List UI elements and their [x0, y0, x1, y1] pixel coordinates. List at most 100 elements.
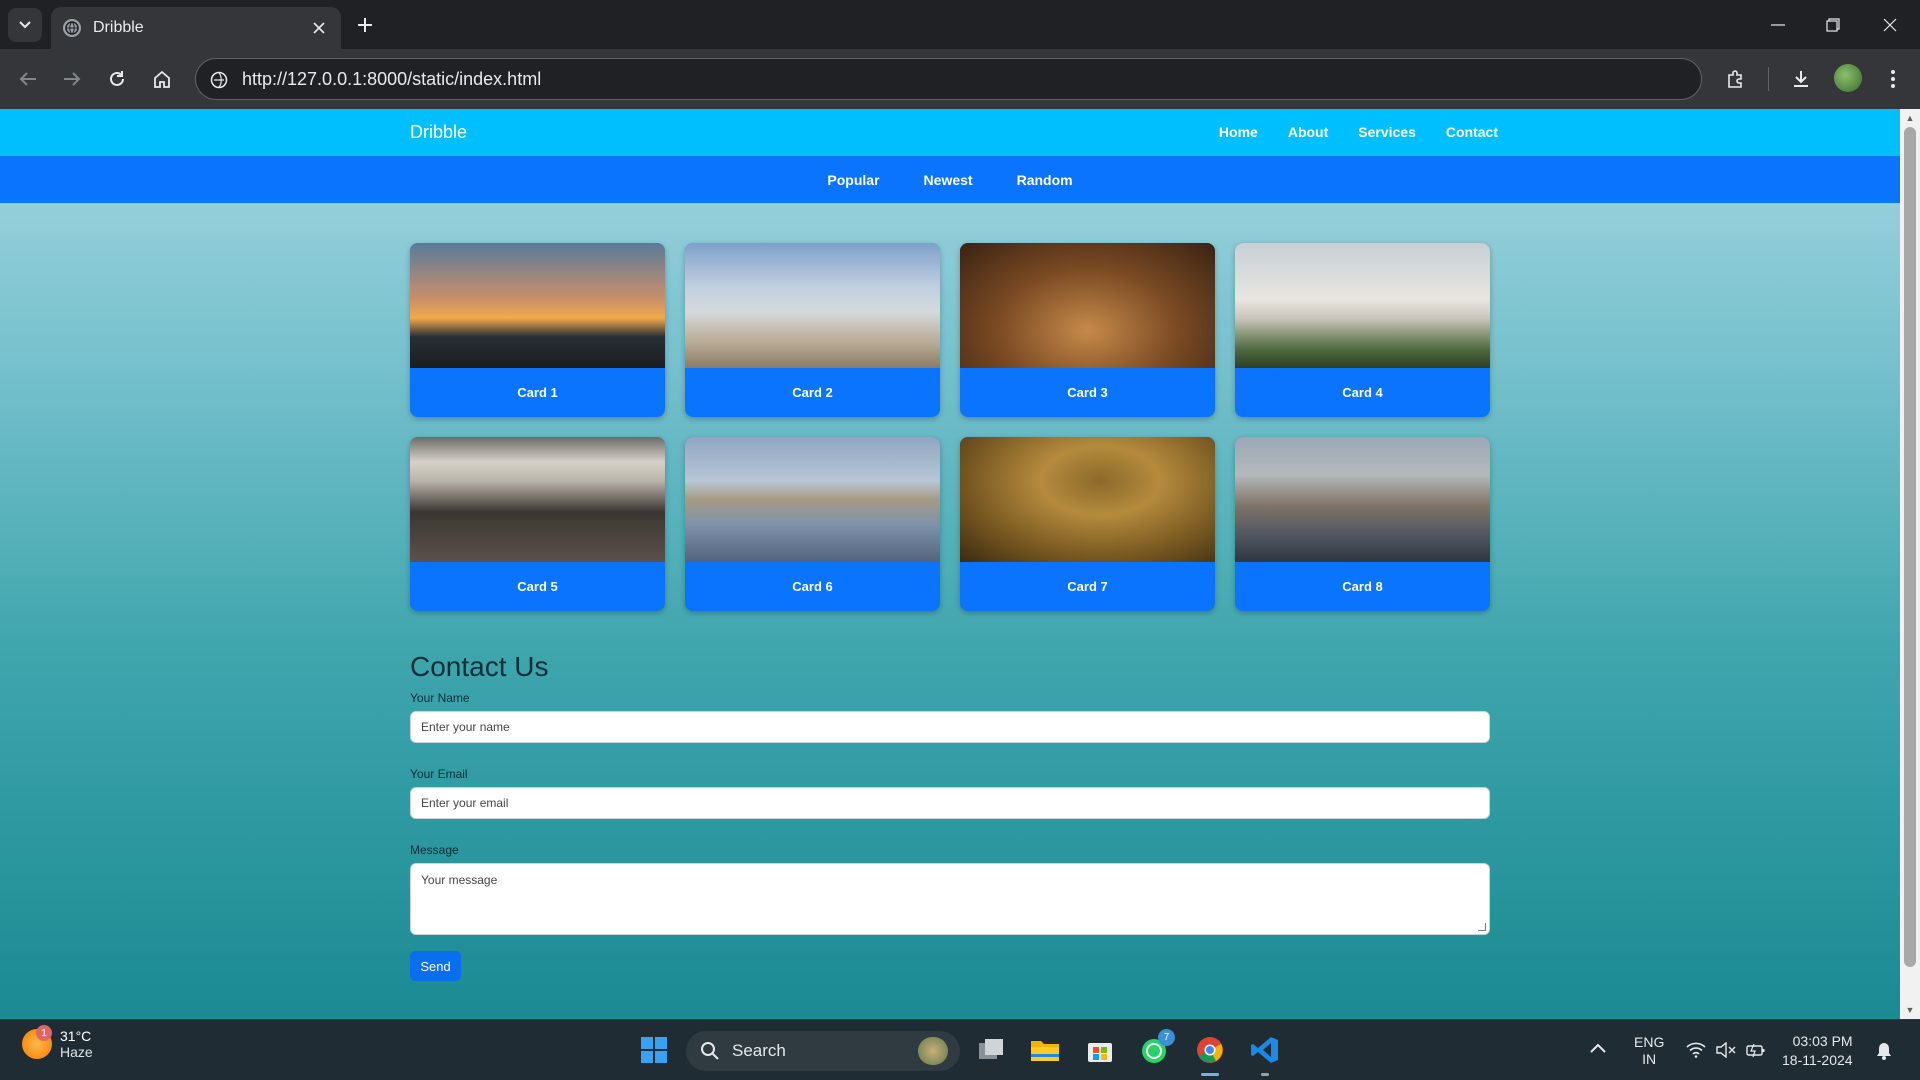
brand-logo[interactable]: Dribble [410, 122, 467, 143]
card[interactable]: Card 7 [960, 437, 1215, 611]
card-label: Card 2 [792, 385, 833, 400]
home-icon [154, 70, 170, 88]
card[interactable]: Card 4 [1235, 243, 1490, 417]
card-image-sacre-coeur [1235, 243, 1490, 368]
store-icon [1088, 1043, 1112, 1062]
card[interactable]: Card 6 [685, 437, 940, 611]
card[interactable]: Card 5 [410, 437, 665, 611]
start-button[interactable] [637, 1033, 671, 1067]
card-label: Card 8 [1342, 579, 1383, 594]
contact-heading: Contact Us [410, 651, 549, 682]
name-input[interactable]: Enter your name [410, 711, 1490, 743]
reload-icon [110, 71, 124, 86]
chrome-active-indicator [1201, 1073, 1219, 1076]
email-input[interactable]: Enter your email [410, 787, 1490, 819]
restore-button[interactable] [1815, 10, 1851, 40]
site-info-icon[interactable] [208, 69, 230, 91]
microsoft-store-button[interactable] [1083, 1033, 1117, 1067]
card-image-eiffel-tower [410, 243, 665, 368]
volume-muted-icon[interactable] [1716, 1041, 1736, 1062]
card[interactable]: Card 8 [1235, 437, 1490, 611]
downloads-button[interactable] [1785, 63, 1817, 95]
scroll-up-icon[interactable]: ▲ [1905, 113, 1915, 123]
arrow-right-icon [64, 72, 81, 86]
reload-button[interactable] [101, 63, 133, 95]
plus-icon [358, 18, 372, 32]
battery-icon[interactable] [1746, 1042, 1766, 1062]
clock-time: 03:03 PM [1792, 1033, 1853, 1049]
message-textarea[interactable]: Your message [410, 863, 1490, 935]
card-label: Card 3 [1067, 385, 1108, 400]
extensions-button[interactable] [1720, 63, 1752, 95]
resize-handle-icon[interactable] [1478, 923, 1486, 931]
page-viewport: Dribble Home About Services Contact Popu… [0, 109, 1900, 1019]
vscode-button[interactable] [1248, 1033, 1282, 1067]
address-bar[interactable]: http://127.0.0.1:8000/static/index.html [195, 58, 1702, 100]
name-label: Your Name [410, 691, 470, 705]
whatsapp-button[interactable]: 7 [1138, 1029, 1175, 1067]
browser-tab[interactable]: Dribble [51, 7, 341, 49]
card-label: Card 5 [517, 579, 558, 594]
profile-avatar[interactable] [1834, 64, 1862, 92]
nav-link-home[interactable]: Home [1219, 124, 1258, 140]
sub-nav-newest[interactable]: Newest [924, 172, 973, 188]
sub-nav-random[interactable]: Random [1017, 172, 1073, 188]
task-view-button[interactable] [974, 1033, 1008, 1067]
download-icon [1794, 71, 1808, 87]
nav-link-about[interactable]: About [1288, 124, 1328, 140]
weather-temp: 31°C [60, 1028, 92, 1044]
new-tab-button[interactable] [352, 12, 378, 38]
url-text: http://127.0.0.1:8000/static/index.html [242, 68, 542, 89]
nav-link-services[interactable]: Services [1358, 124, 1416, 140]
nav-link-contact[interactable]: Contact [1446, 124, 1498, 140]
chrome-taskbar-button[interactable] [1193, 1033, 1227, 1067]
card[interactable]: Card 2 [685, 243, 940, 417]
chrome-menu-button[interactable] [1877, 63, 1909, 95]
close-window-button[interactable] [1872, 10, 1908, 40]
browser-tab-strip: Dribble [0, 0, 1920, 49]
weather-widget[interactable]: 1 31°C Haze [22, 1025, 93, 1060]
clock-date: 18-11-2024 [1782, 1052, 1853, 1068]
minimize-button[interactable] [1760, 10, 1796, 40]
tab-search-button[interactable] [8, 8, 42, 42]
browser-toolbar: http://127.0.0.1:8000/static/index.html [0, 49, 1920, 109]
taskbar-search-label: Search [732, 1041, 786, 1060]
scroll-down-icon[interactable]: ▼ [1905, 1005, 1915, 1015]
send-button[interactable]: Send [410, 951, 461, 981]
weather-badge: 1 [36, 1025, 52, 1041]
page-scrollbar[interactable]: ▲ ▼ [1900, 109, 1920, 1019]
minimize-icon [1771, 24, 1785, 26]
task-view-icon [979, 1039, 1003, 1059]
sub-nav-popular[interactable]: Popular [827, 172, 879, 188]
card[interactable]: Card 1 [410, 243, 665, 417]
close-tab-icon[interactable] [309, 18, 329, 38]
chevron-down-icon [19, 21, 31, 29]
language-indicator[interactable]: ENG IN [1634, 1034, 1664, 1068]
top-navbar: Dribble Home About Services Contact [0, 109, 1900, 156]
card-label: Card 6 [792, 579, 833, 594]
puzzle-icon [1728, 70, 1742, 88]
file-explorer-button[interactable] [1028, 1033, 1062, 1067]
card[interactable]: Card 3 [960, 243, 1215, 417]
home-button[interactable] [146, 63, 178, 95]
back-button[interactable] [12, 63, 44, 95]
language-code: ENG [1634, 1034, 1665, 1050]
system-clock[interactable]: 03:03 PM 18-11-2024 [1782, 1032, 1853, 1070]
tab-title: Dribble [93, 19, 144, 36]
windows-taskbar: 1 31°C Haze Search 7 ENG IN 03:03 PM 18-… [0, 1019, 1920, 1080]
vscode-icon [1251, 1037, 1278, 1063]
email-placeholder: Enter your email [421, 796, 509, 810]
weather-desc: Haze [60, 1044, 93, 1060]
weather-sun-icon: 1 [22, 1025, 52, 1059]
card-image-pastries [960, 243, 1215, 368]
chevron-up-icon [1590, 1043, 1606, 1053]
forward-button[interactable] [56, 63, 88, 95]
card-label: Card 4 [1342, 385, 1383, 400]
scrollbar-thumb[interactable] [1904, 127, 1916, 967]
folder-icon [1031, 1041, 1059, 1061]
taskbar-search[interactable]: Search [686, 1031, 960, 1071]
wifi-icon[interactable] [1686, 1042, 1706, 1062]
notification-bell-icon[interactable] [1876, 1042, 1892, 1064]
show-hidden-icons-button[interactable] [1590, 1040, 1606, 1057]
message-placeholder: Your message [421, 873, 498, 887]
